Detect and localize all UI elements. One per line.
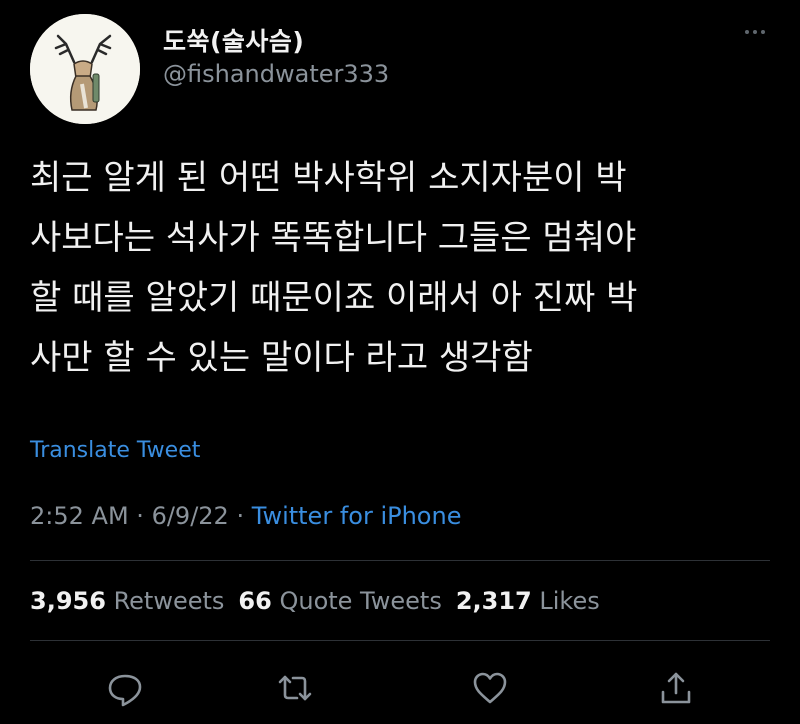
display-name[interactable]: 도쑥(술사슴) <box>163 22 304 58</box>
retweets-count: 3,956 <box>30 587 106 615</box>
engagement-stats: 3,956 Retweets 66 Quote Tweets 2,317 Likes <box>30 587 600 615</box>
share-icon[interactable] <box>656 668 696 708</box>
meta-separator: · <box>136 502 144 530</box>
tweet-date[interactable]: 6/9/22 <box>152 502 229 530</box>
tweet-line: 할 때를 알았기 때문이죠 이래서 아 진짜 박 <box>30 278 638 318</box>
likes-label: Likes <box>539 587 600 615</box>
quote-tweets-count: 66 <box>238 587 272 615</box>
deer-avatar-icon <box>30 14 140 124</box>
tweet-source-link[interactable]: Twitter for iPhone <box>252 502 462 530</box>
meta-separator: · <box>236 502 245 530</box>
retweets-label: Retweets <box>113 587 225 615</box>
tweet-text: 최근 알게 된 어떤 박사학위 소지자분이 박 사보다는 석사가 똑똑합니다 그… <box>30 148 775 388</box>
more-dot <box>753 30 757 34</box>
more-dot <box>761 30 765 34</box>
tweet-line: 사만 할 수 있는 말이다 라고 생각함 <box>30 338 533 378</box>
retweet-icon[interactable] <box>275 668 315 708</box>
tweet-line: 최근 알게 된 어떤 박사학위 소지자분이 박 <box>30 158 627 198</box>
divider <box>30 560 770 561</box>
avatar[interactable] <box>30 14 140 124</box>
reply-icon[interactable] <box>105 668 145 708</box>
more-dot <box>745 30 749 34</box>
translate-tweet-link[interactable]: Translate Tweet <box>30 438 200 463</box>
retweets-stat[interactable]: 3,956 Retweets <box>30 587 224 615</box>
tweet-line: 사보다는 석사가 똑똑합니다 그들은 멈춰야 <box>30 218 637 258</box>
user-handle[interactable]: @fishandwater333 <box>163 60 389 88</box>
like-icon[interactable] <box>470 668 510 708</box>
divider <box>30 640 770 641</box>
tweet-meta: 2:52 AM · 6/9/22 · Twitter for iPhone <box>30 502 461 530</box>
action-bar <box>0 668 800 708</box>
quote-tweets-label: Quote Tweets <box>279 587 442 615</box>
tweet-time: 2:52 AM <box>30 502 129 530</box>
quote-tweets-stat[interactable]: 66 Quote Tweets <box>238 587 441 615</box>
more-options-icon[interactable] <box>735 22 775 42</box>
likes-stat[interactable]: 2,317 Likes <box>456 587 600 615</box>
likes-count: 2,317 <box>455 587 532 615</box>
